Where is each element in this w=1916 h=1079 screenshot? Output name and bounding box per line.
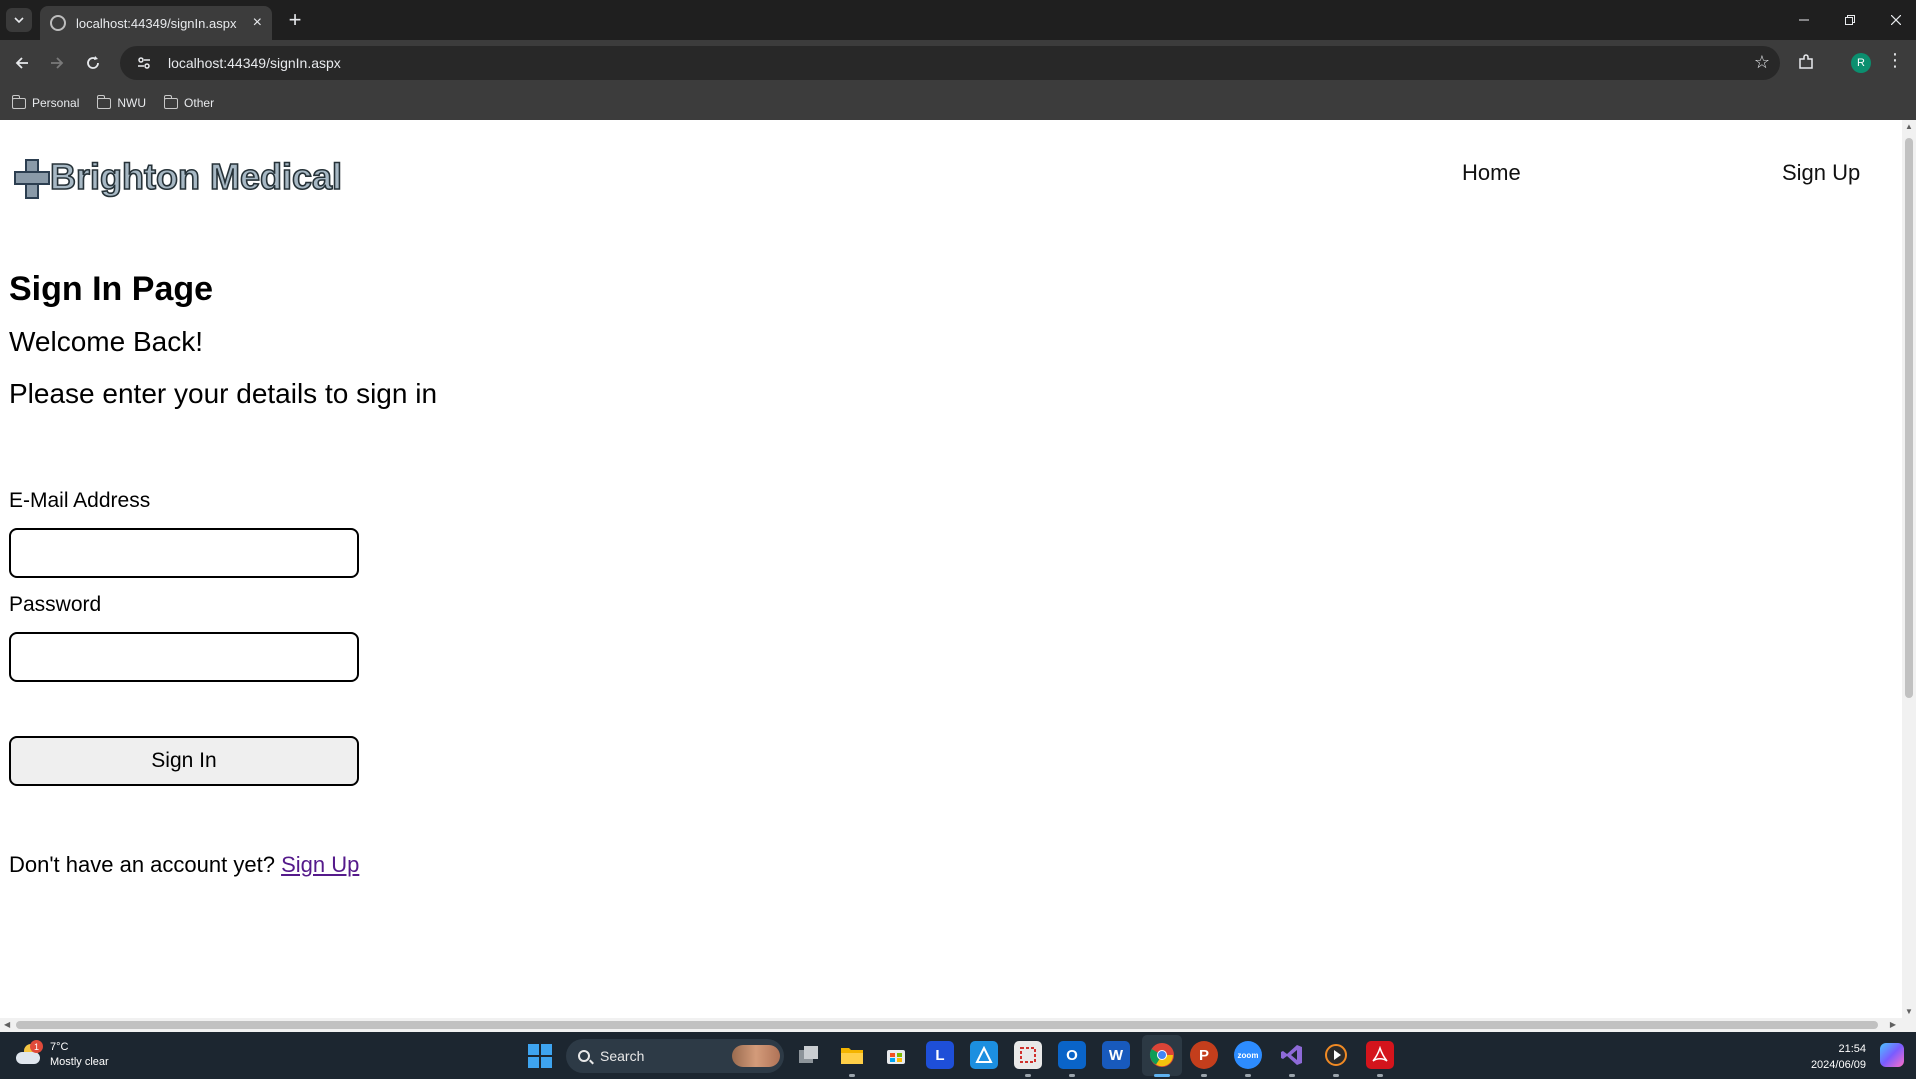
no-account-text: Don't have an account yet? <box>9 852 275 877</box>
search-icon <box>578 1050 590 1062</box>
email-field[interactable] <box>9 528 359 578</box>
browser-menu-icon[interactable]: ⋮ <box>1886 50 1904 71</box>
weather-widget[interactable]: 1 7°C Mostly clear <box>16 1040 109 1070</box>
minimize-button[interactable] <box>1784 6 1824 34</box>
url-text: localhost:44349/signIn.aspx <box>168 55 341 71</box>
nav-signup-link[interactable]: Sign Up <box>1782 160 1860 186</box>
site-logo[interactable]: Brighton Medical <box>14 155 343 199</box>
signup-link[interactable]: Sign Up <box>281 852 359 877</box>
l-app-icon[interactable]: L <box>926 1041 954 1069</box>
site-info-icon[interactable] <box>134 53 154 73</box>
password-label: Password <box>9 593 102 616</box>
vertical-scrollbar[interactable]: ▲ ▼ <box>1902 120 1916 1018</box>
ms-store-icon[interactable] <box>882 1041 910 1069</box>
start-button[interactable] <box>528 1044 552 1068</box>
bookmark-folder-personal[interactable]: Personal <box>11 94 80 110</box>
bookmark-label: Personal <box>32 96 80 110</box>
weather-condition: Mostly clear <box>50 1056 109 1068</box>
no-account-prompt: Don't have an account yet? Sign Up <box>9 852 359 878</box>
scroll-left-icon[interactable]: ◀ <box>4 1020 10 1029</box>
back-button[interactable] <box>7 48 37 78</box>
copilot-icon[interactable] <box>1880 1043 1904 1067</box>
medical-cross-icon <box>14 159 50 199</box>
tab-title: localhost:44349/signIn.aspx <box>76 15 237 31</box>
close-tab-icon[interactable]: × <box>253 15 262 31</box>
scroll-up-icon[interactable]: ▲ <box>1905 122 1913 131</box>
bookmark-label: Other <box>184 96 215 110</box>
horizontal-scrollbar[interactable]: ◀ ▶ <box>0 1018 1916 1032</box>
browser-tab-strip: localhost:44349/signIn.aspx × + <box>0 0 1916 40</box>
restore-button[interactable] <box>1830 6 1870 34</box>
snipping-tool-icon[interactable] <box>1014 1041 1042 1069</box>
search-label: Search <box>600 1048 645 1064</box>
bookmark-folder-other[interactable]: Other <box>163 94 215 110</box>
outlook-icon[interactable]: O <box>1058 1041 1086 1069</box>
bookmark-label: NWU <box>117 96 147 110</box>
page-viewport: Brighton Medical Home Sign Up Sign In Pa… <box>0 120 1916 1032</box>
bookmark-star-icon[interactable]: ☆ <box>1754 52 1770 73</box>
bookmark-folder-nwu[interactable]: NWU <box>96 94 147 110</box>
search-highlight-image <box>732 1045 780 1067</box>
profile-avatar[interactable]: R <box>1851 53 1871 73</box>
folder-icon <box>96 94 112 109</box>
restore-icon <box>1845 15 1855 25</box>
task-view-icon[interactable] <box>795 1041 823 1069</box>
arrow-left-icon <box>15 57 28 69</box>
tab-search-button[interactable] <box>6 8 32 32</box>
close-icon <box>1891 15 1901 25</box>
globe-icon <box>50 15 66 31</box>
browser-toolbar: localhost:44349/signIn.aspx ☆ R ⋮ <box>0 40 1916 86</box>
password-field[interactable] <box>9 632 359 682</box>
zoom-icon[interactable]: zoom <box>1234 1041 1262 1069</box>
sign-in-button[interactable]: Sign In <box>9 736 359 786</box>
close-window-button[interactable] <box>1876 6 1916 34</box>
email-label: E-Mail Address <box>9 489 151 512</box>
notification-badge: 1 <box>30 1040 43 1053</box>
arrow-right-icon <box>51 57 64 69</box>
new-tab-button[interactable]: + <box>282 8 308 34</box>
reload-button[interactable] <box>78 48 108 78</box>
taskbar-search[interactable]: Search <box>566 1039 784 1073</box>
temperature: 7°C <box>50 1041 69 1053</box>
vertical-scroll-thumb[interactable] <box>1905 138 1913 698</box>
azure-app-icon[interactable] <box>970 1041 998 1069</box>
acrobat-icon[interactable] <box>1366 1041 1394 1069</box>
file-explorer-icon[interactable] <box>838 1041 866 1069</box>
clock-time: 21:54 <box>1838 1043 1866 1055</box>
address-bar[interactable]: localhost:44349/signIn.aspx ☆ <box>120 46 1780 80</box>
logo-text: Brighton Medical <box>49 155 343 198</box>
word-icon[interactable]: W <box>1102 1041 1130 1069</box>
extensions-icon[interactable] <box>1796 52 1816 72</box>
scroll-down-icon[interactable]: ▼ <box>1905 1007 1913 1016</box>
clock-date: 2024/06/09 <box>1810 1059 1866 1071</box>
visual-studio-icon[interactable] <box>1278 1041 1306 1069</box>
weather-icon: 1 <box>16 1040 43 1066</box>
horizontal-scroll-thumb[interactable] <box>16 1021 1878 1029</box>
chrome-icon[interactable] <box>1148 1041 1176 1069</box>
folder-icon <box>11 94 26 109</box>
powerpoint-icon[interactable]: P <box>1190 1041 1218 1069</box>
minimize-icon <box>1799 19 1809 21</box>
page-title: Sign In Page <box>9 270 214 308</box>
instructions-text: Please enter your details to sign in <box>9 378 438 409</box>
windows-taskbar: 1 7°C Mostly clear Search L O W P zoom 2… <box>0 1032 1916 1079</box>
scroll-right-icon[interactable]: ▶ <box>1890 1020 1896 1029</box>
media-player-icon[interactable] <box>1322 1041 1350 1069</box>
nav-home-link[interactable]: Home <box>1462 160 1521 186</box>
chevron-down-icon <box>14 17 24 24</box>
windows-logo-icon <box>528 1044 539 1055</box>
reload-icon <box>87 56 99 69</box>
system-clock[interactable]: 21:54 2024/06/09 <box>1811 1041 1866 1073</box>
folder-icon <box>163 94 179 109</box>
bookmarks-bar: Personal NWU Other <box>0 86 1916 120</box>
forward-button[interactable] <box>42 48 72 78</box>
welcome-text: Welcome Back! <box>9 326 203 357</box>
browser-tab-active[interactable]: localhost:44349/signIn.aspx × <box>40 6 272 40</box>
